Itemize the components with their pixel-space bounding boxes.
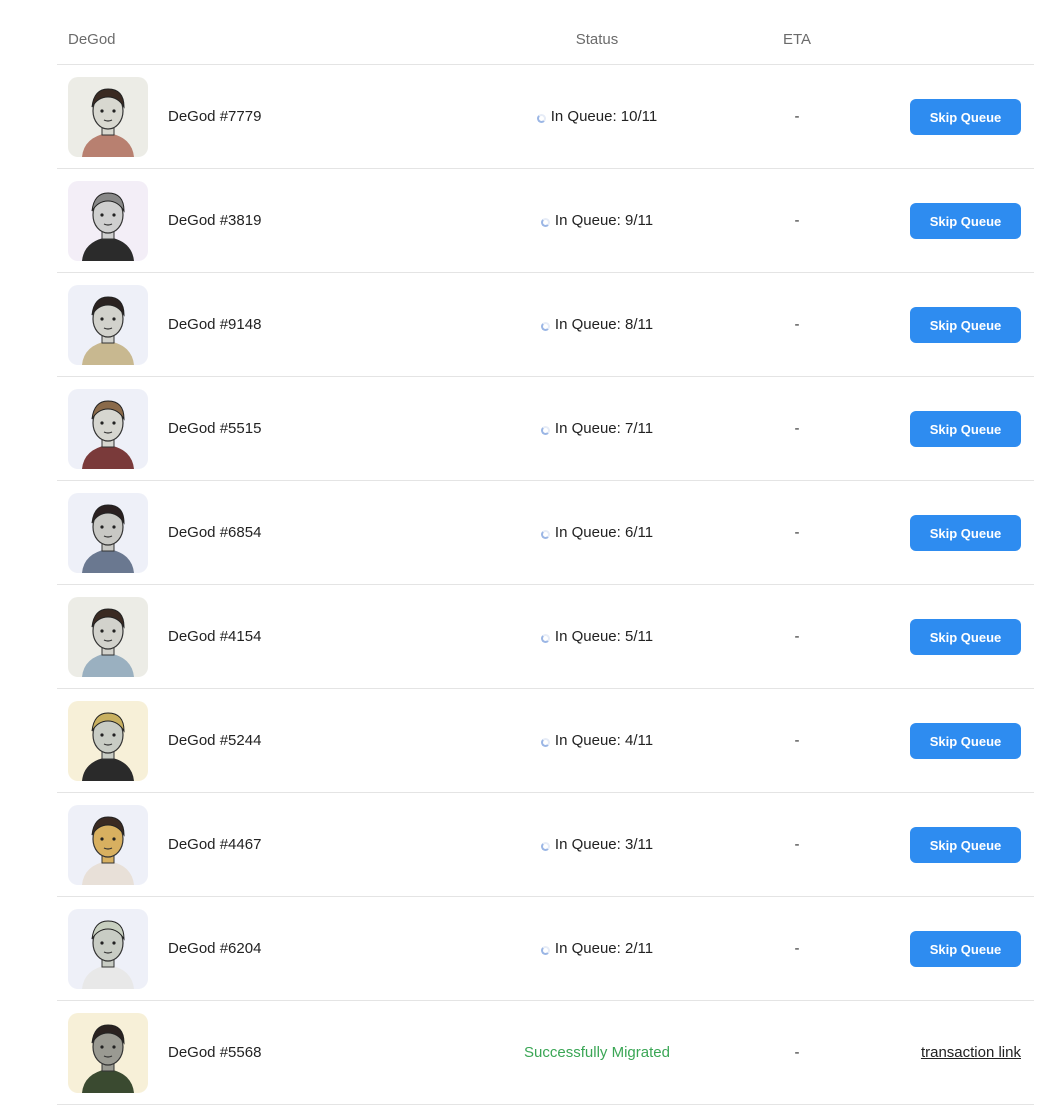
status-text: In Queue: 2/11 [554, 940, 654, 957]
header-status: Status [575, 31, 619, 48]
skip-queue-button[interactable]: Skip Queue [910, 515, 1021, 551]
eta-value: - [794, 628, 800, 645]
nft-avatar [68, 805, 148, 885]
loading-spinner-icon [540, 842, 550, 851]
nft-avatar [68, 701, 148, 781]
status-text: Successfully Migrated [524, 1044, 670, 1061]
table-row: DeGod #6854 In Queue: 6/11 - Skip Queue [57, 481, 1034, 585]
nft-name: DeGod #4467 [168, 836, 262, 853]
status-text: In Queue: 5/11 [554, 628, 654, 645]
nft-name: DeGod #3819 [168, 212, 262, 229]
status-cell: In Queue: 3/11 [477, 836, 717, 853]
nft-avatar [68, 1013, 148, 1093]
nft-avatar [68, 77, 148, 157]
loading-spinner-icon [540, 322, 550, 331]
nft-name: DeGod #4154 [168, 628, 262, 645]
eta-value: - [794, 316, 800, 333]
skip-queue-button[interactable]: Skip Queue [910, 723, 1021, 759]
header-eta: ETA [782, 31, 812, 48]
table-header: DeGod Status ETA [57, 16, 1034, 65]
loading-spinner-icon [540, 218, 550, 227]
skip-queue-button[interactable]: Skip Queue [910, 99, 1021, 135]
loading-spinner-icon [536, 114, 546, 123]
status-cell: In Queue: 5/11 [477, 628, 717, 645]
table-row: DeGod #5515 In Queue: 7/11 - Skip Queue [57, 377, 1034, 481]
skip-queue-button[interactable]: Skip Queue [910, 619, 1021, 655]
skip-queue-button[interactable]: Skip Queue [910, 931, 1021, 967]
eta-value: - [794, 212, 800, 229]
status-cell: Successfully Migrated [477, 1044, 717, 1061]
status-text: In Queue: 6/11 [554, 524, 654, 541]
eta-value: - [794, 732, 800, 749]
status-cell: In Queue: 10/11 [477, 108, 717, 125]
table-row: DeGod #7779 In Queue: 10/11 - Skip Queue [57, 65, 1034, 169]
eta-value: - [794, 1044, 800, 1061]
status-text: In Queue: 10/11 [550, 108, 658, 125]
status-cell: In Queue: 9/11 [477, 212, 717, 229]
nft-name: DeGod #6204 [168, 940, 262, 957]
skip-queue-button[interactable]: Skip Queue [910, 411, 1021, 447]
migration-table: DeGod Status ETA DeGod #7779 In Queue: 10… [57, 16, 1034, 1105]
status-text: In Queue: 9/11 [554, 212, 654, 229]
nft-avatar [68, 493, 148, 573]
nft-name: DeGod #9148 [168, 316, 262, 333]
status-cell: In Queue: 6/11 [477, 524, 717, 541]
nft-name: DeGod #5515 [168, 420, 262, 437]
status-text: In Queue: 3/11 [554, 836, 654, 853]
header-degod: DeGod [68, 31, 116, 48]
loading-spinner-icon [540, 530, 550, 539]
table-row: DeGod #6204 In Queue: 2/11 - Skip Queue [57, 897, 1034, 1001]
eta-value: - [794, 940, 800, 957]
skip-queue-button[interactable]: Skip Queue [910, 307, 1021, 343]
status-text: In Queue: 8/11 [554, 316, 654, 333]
status-cell: In Queue: 8/11 [477, 316, 717, 333]
skip-queue-button[interactable]: Skip Queue [910, 203, 1021, 239]
nft-avatar [68, 285, 148, 365]
eta-value: - [794, 836, 800, 853]
table-row: DeGod #9148 In Queue: 8/11 - Skip Queue [57, 273, 1034, 377]
loading-spinner-icon [540, 634, 550, 643]
status-cell: In Queue: 7/11 [477, 420, 717, 437]
skip-queue-button[interactable]: Skip Queue [910, 827, 1021, 863]
eta-value: - [794, 420, 800, 437]
table-row: DeGod #4467 In Queue: 3/11 - Skip Queue [57, 793, 1034, 897]
status-text: In Queue: 4/11 [554, 732, 654, 749]
loading-spinner-icon [540, 426, 550, 435]
table-row: DeGod #3819 In Queue: 9/11 - Skip Queue [57, 169, 1034, 273]
table-row: DeGod #5244 In Queue: 4/11 - Skip Queue [57, 689, 1034, 793]
loading-spinner-icon [540, 946, 550, 955]
transaction-link[interactable]: transaction link [910, 1044, 1021, 1061]
eta-value: - [794, 524, 800, 541]
nft-name: DeGod #7779 [168, 108, 262, 125]
nft-name: DeGod #5568 [168, 1044, 262, 1061]
nft-avatar [68, 909, 148, 989]
status-cell: In Queue: 4/11 [477, 732, 717, 749]
status-text: In Queue: 7/11 [554, 420, 654, 437]
nft-avatar [68, 181, 148, 261]
nft-avatar [68, 389, 148, 469]
status-cell: In Queue: 2/11 [477, 940, 717, 957]
table-row: DeGod #5568 Successfully Migrated - transac… [57, 1001, 1034, 1105]
table-row: DeGod #4154 In Queue: 5/11 - Skip Queue [57, 585, 1034, 689]
nft-avatar [68, 597, 148, 677]
nft-name: DeGod #6854 [168, 524, 262, 541]
table-body: DeGod #7779 In Queue: 10/11- Skip Queue DeG… [57, 65, 1034, 1105]
eta-value: - [794, 108, 800, 125]
nft-name: DeGod #5244 [168, 732, 262, 749]
loading-spinner-icon [540, 738, 550, 747]
